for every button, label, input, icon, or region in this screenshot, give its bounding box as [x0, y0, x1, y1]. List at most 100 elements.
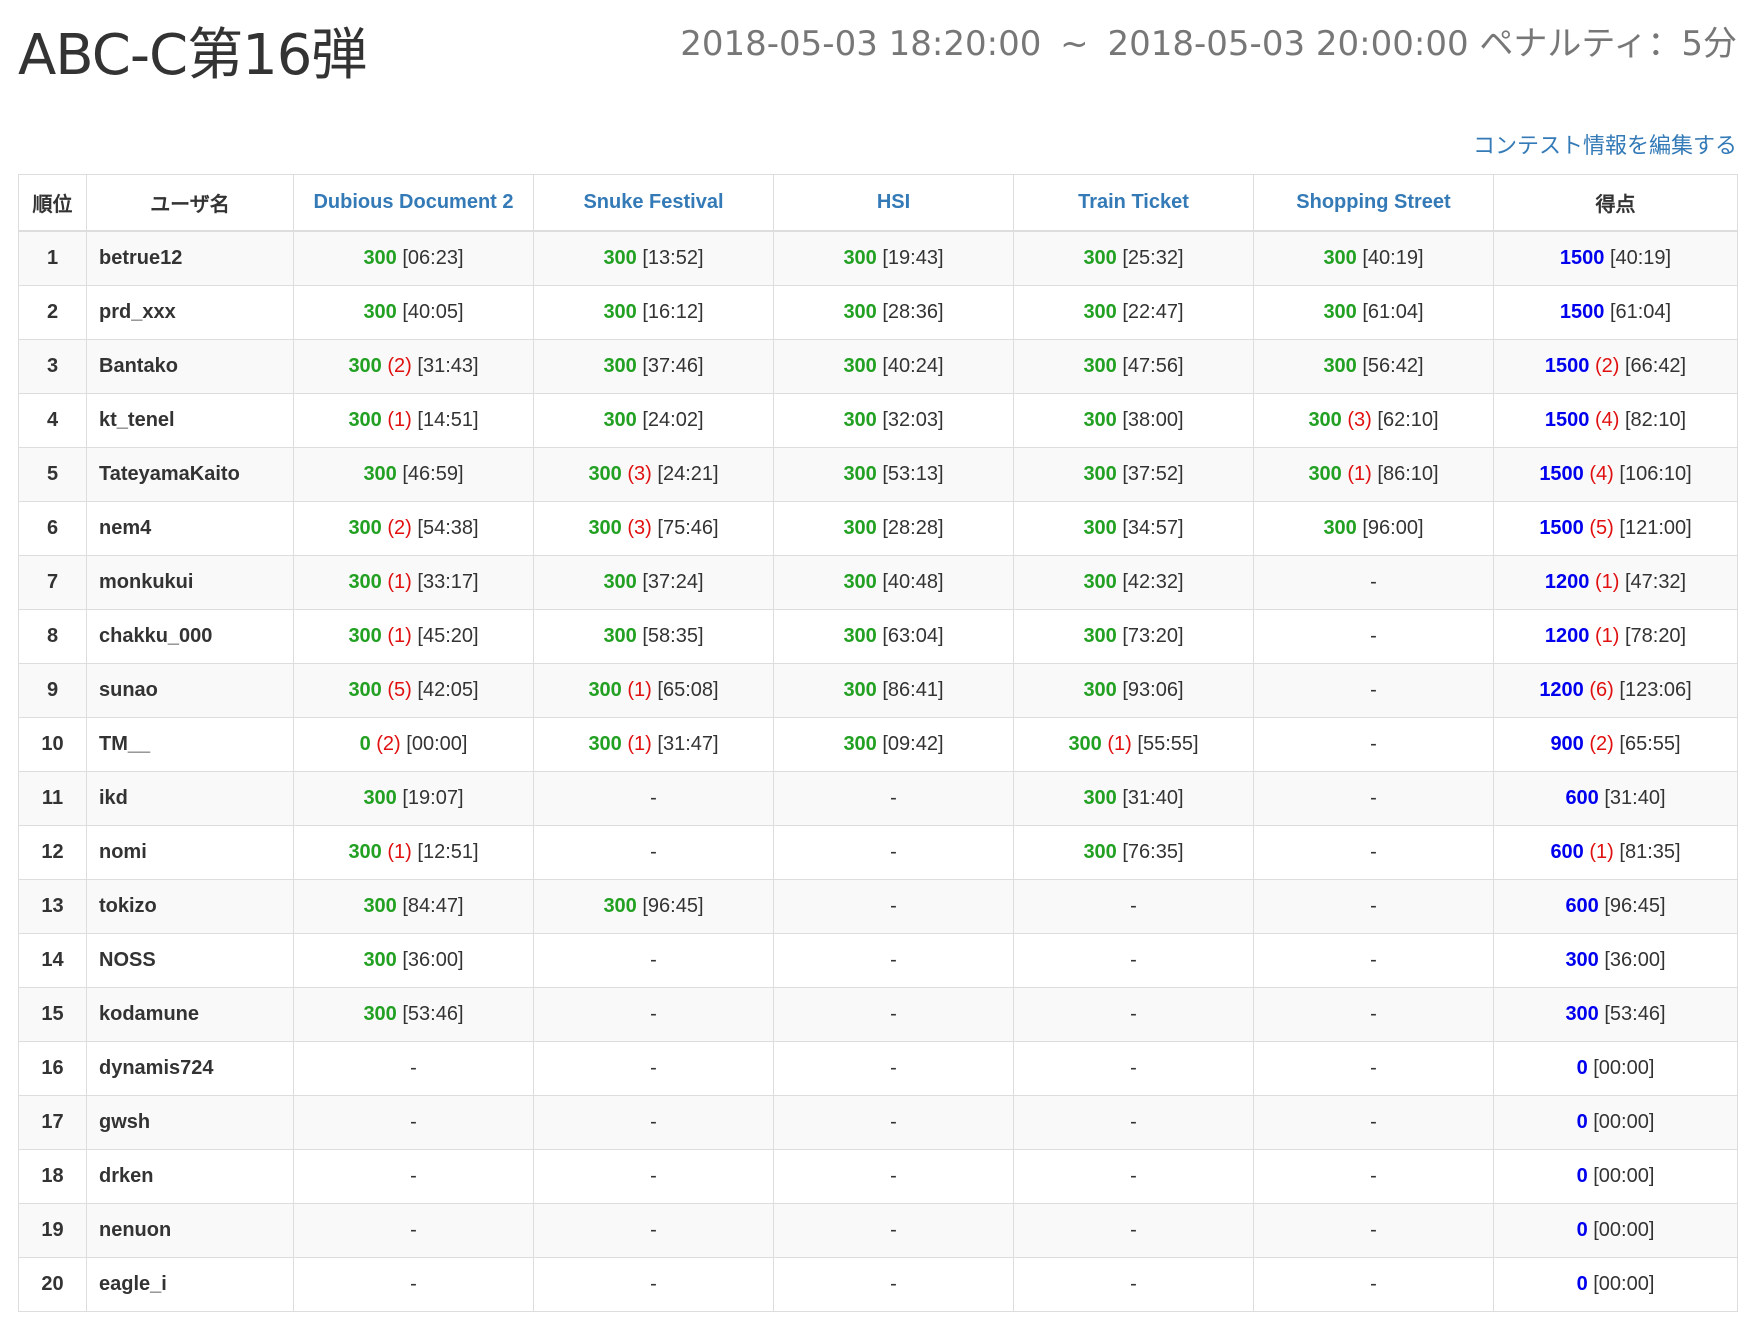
problem-1-cell: 300 [53:46]	[293, 987, 534, 1042]
problem-score-points: 300	[843, 571, 877, 593]
table-row: 18 drken - - - - - 0 [00:00]	[18, 1149, 1738, 1204]
problem-score-points: 300	[1083, 301, 1117, 323]
table-row: 6 nem4 300 (2) [54:38] 300 (3) [75:46] 300 […	[18, 501, 1738, 556]
problem-4-cell: -	[1013, 879, 1254, 934]
problem-score-time: [42:05]	[417, 679, 479, 701]
problem-1-cell: 300 [36:00]	[293, 933, 534, 988]
problem-score-time: [42:32]	[1122, 571, 1184, 593]
problem-score-time: [46:59]	[402, 463, 464, 485]
problem-4-cell: 300 [73:20]	[1013, 609, 1254, 664]
problem-4-cell: 300 (1) [55:55]	[1013, 717, 1254, 772]
edit-contest-link[interactable]: コンテスト情報を編集する	[1473, 128, 1737, 160]
user-cell: nomi	[86, 825, 294, 880]
total-cell: 1500 (5) [121:00]	[1493, 501, 1738, 556]
problem-score-time: [12:51]	[417, 841, 479, 863]
problem-5-cell: -	[1253, 1041, 1494, 1096]
problem-score-time: [37:24]	[642, 571, 704, 593]
problem-score-time: [84:47]	[402, 895, 464, 917]
problem-2-cell: 300 [58:35]	[533, 609, 774, 664]
header-problem-1: Dubious Document 2	[293, 174, 534, 232]
problem-score-empty: -	[410, 1165, 417, 1187]
problem-score-points: 300	[588, 679, 622, 701]
problem-link-3[interactable]: HSI	[877, 191, 910, 213]
rank-cell: 14	[18, 933, 87, 988]
problem-score-points: 300	[1083, 841, 1117, 863]
problem-score-points: 300	[588, 733, 622, 755]
problem-score-points: 300	[1323, 517, 1357, 539]
problem-score-empty: -	[890, 1165, 897, 1187]
problem-score-time: [55:55]	[1137, 733, 1199, 755]
total-score-time: [61:04]	[1609, 301, 1672, 323]
time-separator: ~	[1060, 24, 1089, 64]
problem-score-empty: -	[1130, 1165, 1137, 1187]
problem-score-empty: -	[410, 1111, 417, 1133]
total-score-time: [53:46]	[1604, 1003, 1666, 1025]
rank-cell: 6	[18, 501, 87, 556]
problem-1-cell: 300 (2) [31:43]	[293, 339, 534, 394]
header-row: 順位 ユーザ名 Dubious Document 2 Snuke Festiva…	[18, 174, 1738, 232]
problem-4-cell: 300 [38:00]	[1013, 393, 1254, 448]
problem-score-points: 300	[1308, 409, 1342, 431]
total-score-points: 600	[1565, 895, 1599, 917]
problem-5-cell: -	[1253, 987, 1494, 1042]
total-score-time: [00:00]	[1593, 1219, 1655, 1241]
problem-score-wrong-count: (3)	[1347, 409, 1372, 431]
problem-link-2[interactable]: Snuke Festival	[583, 191, 723, 213]
problem-score-empty: -	[1370, 1111, 1377, 1133]
penalty-info: ペナルティ：5分	[1479, 24, 1737, 64]
user-cell: ikd	[86, 771, 294, 826]
problem-5-cell: -	[1253, 825, 1494, 880]
problem-score-empty: -	[890, 841, 897, 863]
total-score-time: [00:00]	[1593, 1057, 1655, 1079]
problem-score-empty: -	[650, 1057, 657, 1079]
problem-4-cell: 300 [22:47]	[1013, 285, 1254, 340]
problem-3-cell: -	[773, 771, 1014, 826]
rank-cell: 10	[18, 717, 87, 772]
problem-score-points: 300	[1323, 355, 1357, 377]
problem-score-time: [31:40]	[1122, 787, 1184, 809]
problem-link-1[interactable]: Dubious Document 2	[313, 191, 513, 213]
problem-5-cell: -	[1253, 1095, 1494, 1150]
problem-score-time: [40:48]	[882, 571, 944, 593]
problem-score-time: [31:43]	[417, 355, 479, 377]
user-cell: TM__	[86, 717, 294, 772]
total-score-time: [65:55]	[1619, 733, 1681, 755]
problem-score-points: 300	[843, 247, 877, 269]
rank-cell: 4	[18, 393, 87, 448]
total-score-time: [81:35]	[1619, 841, 1681, 863]
problem-1-cell: -	[293, 1257, 534, 1312]
problem-4-cell: -	[1013, 1095, 1254, 1150]
problem-2-cell: -	[533, 1095, 774, 1150]
total-cell: 900 (2) [65:55]	[1493, 717, 1738, 772]
problem-5-cell: 300 (3) [62:10]	[1253, 393, 1494, 448]
problem-score-empty: -	[1370, 571, 1377, 593]
table-row: 3 Bantako 300 (2) [31:43] 300 [37:46] 300 [4…	[18, 339, 1738, 394]
problem-link-5[interactable]: Shopping Street	[1296, 191, 1450, 213]
table-row: 20 eagle_i - - - - - 0 [00:00]	[18, 1257, 1738, 1312]
total-score-points: 600	[1565, 787, 1599, 809]
problem-link-4[interactable]: Train Ticket	[1078, 191, 1189, 213]
total-score-time: [66:42]	[1624, 355, 1687, 377]
total-score-time: [82:10]	[1624, 409, 1687, 431]
problem-score-time: [28:28]	[882, 517, 944, 539]
problem-1-cell: 300 [40:05]	[293, 285, 534, 340]
problem-score-time: [96:00]	[1362, 517, 1424, 539]
user-cell: kodamune	[86, 987, 294, 1042]
problem-score-time: [54:38]	[417, 517, 479, 539]
problem-score-time: [36:00]	[402, 949, 464, 971]
problem-score-points: 300	[363, 1003, 397, 1025]
problem-score-points: 300	[1308, 463, 1342, 485]
problem-1-cell: 300 (5) [42:05]	[293, 663, 534, 718]
problem-2-cell: -	[533, 825, 774, 880]
user-cell: gwsh	[86, 1095, 294, 1150]
total-score-points: 1500	[1544, 409, 1590, 431]
problem-score-empty: -	[1370, 1003, 1377, 1025]
problem-1-cell: 300 (1) [12:51]	[293, 825, 534, 880]
problem-score-points: 300	[1323, 247, 1357, 269]
rank-cell: 9	[18, 663, 87, 718]
problem-5-cell: 300 [96:00]	[1253, 501, 1494, 556]
problem-score-time: [25:32]	[1122, 247, 1184, 269]
problem-2-cell: 300 [16:12]	[533, 285, 774, 340]
rank-cell: 7	[18, 555, 87, 610]
problem-score-time: [24:21]	[657, 463, 719, 485]
